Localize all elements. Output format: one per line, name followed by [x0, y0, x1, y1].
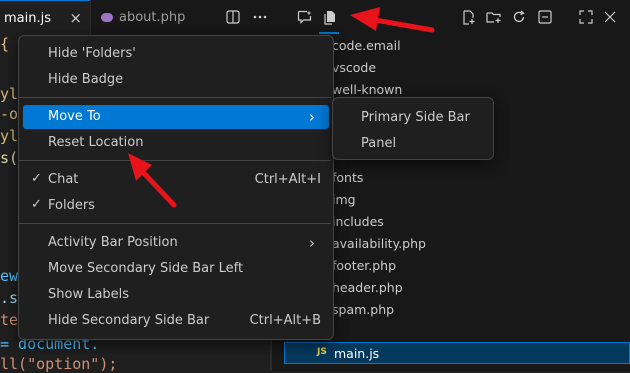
menu-item-label: Hide Secondary Side Bar — [48, 313, 210, 328]
menu-item-label: Show Labels — [48, 287, 130, 302]
new-folder-icon[interactable] — [484, 7, 504, 27]
tab-main-js-label: main.js — [4, 10, 51, 26]
tree-item[interactable]: header.php — [332, 280, 403, 295]
menu-item-shortcut: Ctrl+Alt+I — [254, 172, 321, 187]
code-line: .s — [0, 289, 19, 307]
submenu-item-primary-side-bar[interactable]: Primary Side Bar — [361, 110, 470, 125]
tab-main-js[interactable]: main.js × — [0, 0, 90, 35]
explorer-icon[interactable] — [319, 7, 339, 27]
context-menu: Hide 'Folders' Hide Badge Move To › Rese… — [18, 35, 334, 340]
menu-separator — [19, 97, 331, 98]
code-line: -o — [0, 105, 19, 123]
php-file-icon — [101, 13, 113, 22]
menu-item-label: Hide Badge — [48, 72, 124, 87]
refresh-icon[interactable] — [509, 7, 529, 27]
menu-item-move-to[interactable]: Move To › — [23, 105, 329, 129]
code-line: te — [0, 311, 19, 329]
collapse-all-icon[interactable] — [535, 7, 555, 27]
chevron-right-icon: › — [309, 234, 315, 252]
tree-item[interactable]: includes — [332, 214, 384, 229]
more-actions-icon[interactable] — [250, 7, 270, 27]
tab-bar: main.js × about.php — [0, 0, 630, 36]
split-editor-icon[interactable] — [223, 7, 243, 27]
new-file-icon[interactable] — [459, 7, 479, 27]
menu-item-label: Move To — [48, 109, 101, 124]
chat-icon[interactable] — [294, 7, 314, 27]
menu-separator — [19, 223, 331, 224]
menu-separator — [19, 160, 331, 161]
code-line: ll("option"); — [0, 355, 118, 373]
menu-item-hide-secondary-side-bar[interactable]: Hide Secondary Side Bar Ctrl+Alt+B — [23, 309, 329, 333]
submenu-item-panel[interactable]: Panel — [361, 136, 396, 151]
menu-item-label: Hide 'Folders' — [48, 46, 136, 61]
menu-item-reset-location[interactable]: Reset Location — [23, 131, 329, 155]
code-line: ew — [0, 267, 19, 285]
maximize-icon[interactable] — [576, 7, 596, 27]
code-line: s( — [0, 149, 19, 167]
check-icon: ✓ — [31, 197, 42, 212]
menu-item-hide-folders[interactable]: Hide 'Folders' — [23, 42, 329, 66]
tree-item[interactable]: vscode — [332, 60, 376, 75]
menu-item-chat[interactable]: ✓ Chat Ctrl+Alt+I — [23, 168, 329, 192]
menu-item-label: Move Secondary Side Bar Left — [48, 261, 244, 276]
tree-item-main-js[interactable]: main.js — [334, 346, 379, 361]
code-line: { — [0, 35, 10, 53]
menu-item-label: Activity Bar Position — [48, 235, 178, 250]
code-line: yl — [0, 127, 19, 145]
tab-about-php[interactable]: about.php — [90, 0, 209, 35]
menu-item-activity-bar-position[interactable]: Activity Bar Position › — [23, 231, 329, 255]
tree-item[interactable]: footer.php — [332, 258, 396, 273]
menu-item-folders[interactable]: ✓ Folders — [23, 194, 329, 218]
tab-about-php-label: about.php — [119, 10, 186, 25]
tree-item[interactable]: spam.php — [332, 302, 394, 317]
tree-item[interactable]: well-known — [332, 82, 402, 97]
tree-item[interactable]: availability.php — [332, 236, 426, 251]
explorer-active-indicator — [319, 32, 339, 34]
menu-item-show-labels[interactable]: Show Labels — [23, 283, 329, 307]
menu-item-label: Chat — [48, 172, 79, 187]
menu-item-move-secondary-side-bar-left[interactable]: Move Secondary Side Bar Left — [23, 257, 329, 281]
menu-item-label: Folders — [48, 198, 95, 213]
js-file-icon: JS — [317, 347, 327, 357]
menu-item-hide-badge[interactable]: Hide Badge — [23, 68, 329, 92]
close-panel-icon[interactable] — [600, 7, 620, 27]
close-icon[interactable]: × — [69, 9, 82, 27]
chevron-right-icon: › — [309, 108, 315, 126]
menu-item-shortcut: Ctrl+Alt+B — [249, 313, 321, 328]
tree-item[interactable]: code.email — [332, 38, 401, 53]
move-to-submenu: Primary Side Bar Panel — [332, 97, 494, 160]
menu-item-label: Reset Location — [48, 135, 144, 150]
check-icon: ✓ — [31, 171, 42, 186]
code-line: yl — [0, 85, 19, 103]
tree-item[interactable]: fonts — [332, 170, 363, 185]
tree-item[interactable]: img — [332, 192, 356, 207]
